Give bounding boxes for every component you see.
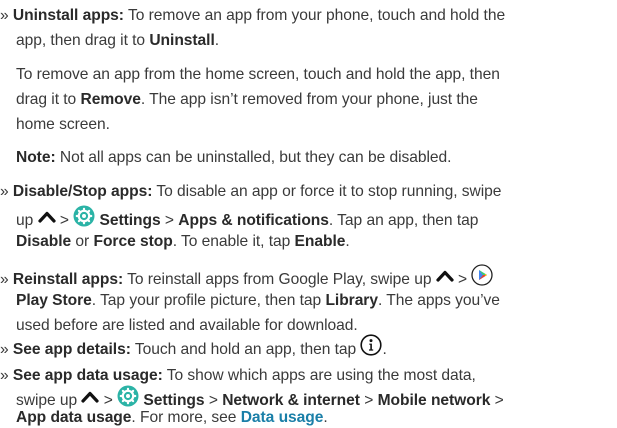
separator: > (494, 392, 504, 410)
separator: > (103, 392, 113, 410)
remove-text-2: drag it to (16, 91, 77, 108)
apps-notifications-label: Apps & notifications (178, 212, 329, 230)
disable-item: » Disable/Stop apps: To disable an app o… (0, 182, 501, 202)
separator: > (208, 392, 218, 410)
separator: > (364, 392, 374, 410)
disable-end: . (345, 233, 350, 250)
details-end: . (382, 341, 387, 359)
or-text: or (75, 233, 90, 250)
play-store-icon (471, 264, 494, 292)
reinstall-text-2: . Tap your profile picture, then tap (91, 292, 322, 309)
play-store-label: Play Store (16, 292, 92, 309)
note-label: Note: (16, 149, 56, 166)
uninstall-text-2: app, then drag it to (16, 32, 146, 49)
reinstall-text-3: . The apps you’ve (377, 292, 500, 309)
info-icon (360, 334, 383, 362)
network-internet-label: Network & internet (222, 392, 360, 410)
swipe-up-icon (81, 389, 100, 409)
bullet-marker: » (0, 341, 9, 359)
disable-line-2: up > Settings > Apps & notifications. Ta… (16, 205, 479, 235)
uninstall-end: . (214, 32, 220, 49)
settings-label: Settings (143, 392, 205, 410)
swipe-up-icon (436, 268, 454, 288)
force-stop-label: Force stop (93, 233, 173, 250)
remove-text-1: To remove an app from the home screen, t… (16, 66, 500, 83)
usage-item: » See app data usage: To show which apps… (0, 366, 476, 386)
details-label: See app details: (12, 341, 131, 359)
usage-text-2: swipe up (16, 392, 78, 410)
disable-line-3: Disable or Force stop. To enable it, tap… (16, 232, 350, 252)
usage-label: See app data usage: (12, 367, 163, 384)
reinstall-line-2: Play Store. Tap your profile picture, th… (16, 291, 500, 311)
uninstall-item: » Uninstall apps: To remove an app from … (0, 6, 505, 26)
bullet-marker: » (0, 7, 9, 24)
remove-text-4: home screen. (16, 116, 110, 133)
separator: > (164, 212, 174, 230)
disable-label: Disable/Stop apps: (12, 183, 153, 200)
bullet-marker: » (0, 367, 9, 384)
usage-text-3: . For more, see (131, 409, 237, 426)
settings-label: Settings (99, 212, 161, 230)
reinstall-label: Reinstall apps: (12, 271, 124, 289)
enable-label: Enable (294, 233, 346, 250)
reinstall-text-1: To reinstall apps from Google Play, swip… (127, 271, 432, 289)
note-line: Note: Not all apps can be uninstalled, b… (16, 148, 452, 168)
uninstall-text-1: To remove an app from your phone, touch … (127, 7, 506, 24)
remove-target: Remove (80, 91, 141, 108)
library-label: Library (325, 292, 378, 309)
separator: > (59, 212, 69, 230)
disable-text-1: To disable an app or force it to stop ru… (156, 183, 502, 200)
disable-text-4: . To enable it, tap (172, 233, 291, 250)
reinstall-line-3: used before are listed and available for… (16, 316, 358, 336)
bullet-marker: » (0, 183, 9, 200)
swipe-up-icon (37, 209, 56, 229)
remove-line-2: drag it to Remove. The app isn’t removed… (16, 90, 478, 110)
separator: > (458, 271, 468, 289)
uninstall-line-2: app, then drag it to Uninstall. (16, 31, 219, 51)
uninstall-label: Uninstall apps: (12, 7, 124, 24)
settings-icon (73, 205, 95, 233)
bullet-marker: » (0, 271, 9, 289)
reinstall-text-4: used before are listed and available for… (16, 317, 358, 334)
remove-line-3: home screen. (16, 115, 110, 135)
remove-line-1: To remove an app from the home screen, t… (16, 65, 500, 85)
disable-button-label: Disable (16, 233, 72, 250)
data-usage-link[interactable]: Data usage (241, 409, 324, 426)
usage-line-3: App data usage. For more, see Data usage… (16, 408, 328, 428)
remove-text-3: . The app isn’t removed from your phone,… (140, 91, 478, 108)
disable-text-3: . Tap an app, then tap (328, 212, 479, 230)
reinstall-item: » Reinstall apps: To reinstall apps from… (0, 264, 494, 294)
app-data-usage-label: App data usage (16, 409, 132, 426)
details-text: Touch and hold an app, then tap (134, 341, 357, 359)
usage-text-1: To show which apps are using the most da… (166, 367, 476, 384)
note-text: Not all apps can be uninstalled, but the… (59, 149, 452, 166)
help-page: » Uninstall apps: To remove an app from … (0, 0, 617, 428)
usage-end: . (323, 409, 328, 426)
uninstall-target: Uninstall (149, 32, 215, 49)
mobile-network-label: Mobile network (377, 392, 491, 410)
disable-text-2: up (16, 212, 34, 230)
details-item: » See app details: Touch and hold an app… (0, 334, 387, 364)
